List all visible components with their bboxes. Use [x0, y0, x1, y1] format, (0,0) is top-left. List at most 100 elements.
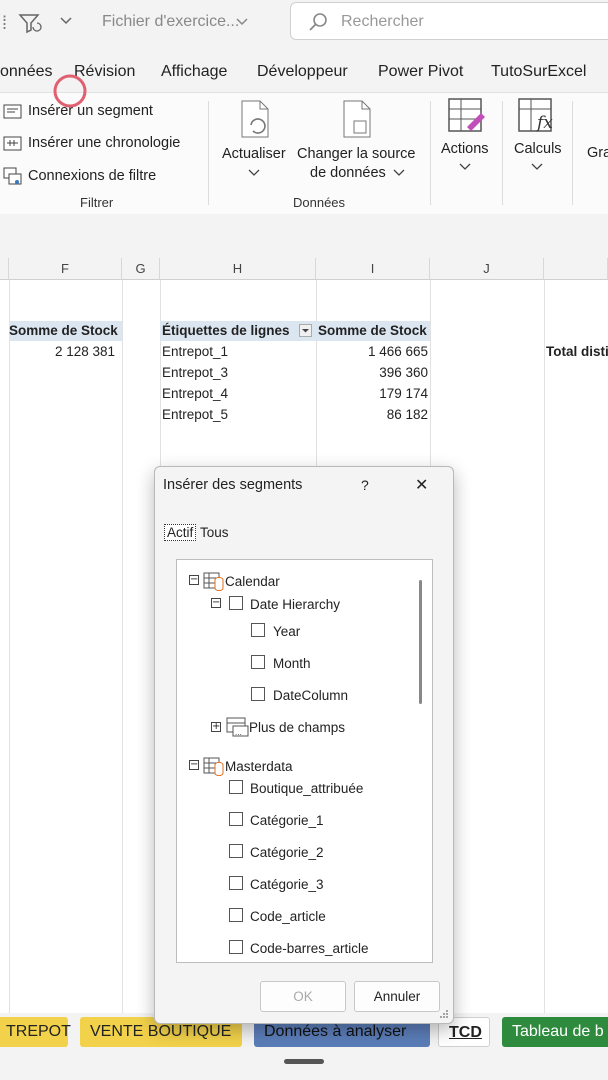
scrollbar-thumb[interactable]	[419, 580, 422, 704]
ribbon-separator	[430, 101, 431, 205]
filter-refresh-icon[interactable]	[18, 12, 42, 34]
calculations-icon: fx	[518, 98, 553, 133]
column-header-j[interactable]: J	[430, 258, 544, 280]
field-date-hierarchy[interactable]: Date Hierarchy	[250, 597, 340, 612]
actions-chevron-icon[interactable]	[459, 163, 471, 171]
gridline	[122, 280, 123, 1020]
insert-timeline-button[interactable]: Insérer une chronologie	[28, 135, 180, 151]
checkbox[interactable]	[229, 940, 243, 954]
more-fields[interactable]: Plus de champs	[249, 720, 345, 735]
change-source-chevron-icon[interactable]	[393, 169, 405, 177]
calculations-button[interactable]: Calculs	[514, 141, 562, 157]
group-label-filtrer: Filtrer	[80, 195, 114, 210]
field-month[interactable]: Month	[273, 656, 311, 671]
svg-text:...: ...	[235, 728, 242, 737]
column-header-i[interactable]: I	[316, 258, 430, 280]
ribbon-separator	[502, 101, 503, 205]
field-year[interactable]: Year	[273, 624, 300, 639]
total-distinct-label: Total disti	[546, 344, 608, 359]
file-name[interactable]: Fichier d'exercice...	[102, 13, 239, 31]
help-button[interactable]: ?	[361, 477, 369, 493]
search-placeholder: Rechercher	[341, 13, 424, 30]
checkbox[interactable]	[229, 876, 243, 890]
cancel-button[interactable]: Annuler	[354, 981, 440, 1012]
row-label[interactable]: Entrepot_4	[162, 386, 228, 401]
group-label-donnees: Données	[293, 195, 346, 210]
refresh-chevron-icon[interactable]	[248, 169, 260, 177]
qat-icon[interactable]: ⁞	[2, 13, 7, 34]
tab-donnees[interactable]: onnées	[0, 63, 53, 81]
row-label[interactable]: Entrepot_1	[162, 344, 228, 359]
table-masterdata[interactable]: Masterdata	[225, 759, 293, 774]
checkbox[interactable]	[229, 596, 243, 610]
column-header-corner	[0, 258, 9, 280]
checkbox[interactable]	[229, 812, 243, 826]
pivot-header-sum-stock-f: Somme de Stock	[9, 321, 122, 341]
field-item[interactable]: Boutique_attribuée	[250, 781, 363, 796]
formula-bar-area	[0, 214, 608, 258]
pivot-header-text: Somme de Stock	[9, 323, 118, 338]
search-input[interactable]: Rechercher	[290, 2, 608, 40]
field-datecolumn[interactable]: DateColumn	[273, 688, 348, 703]
column-header-f[interactable]: F	[9, 258, 122, 280]
ok-button[interactable]: OK	[260, 981, 346, 1012]
row-label[interactable]: Entrepot_3	[162, 365, 228, 380]
ribbon: Insérer un segment Insérer une chronolog…	[0, 74, 608, 216]
column-header-k[interactable]	[544, 258, 608, 280]
timeline-icon	[3, 136, 22, 151]
field-item[interactable]: Catégorie_1	[250, 813, 324, 828]
row-labels-filter-dropdown[interactable]	[299, 324, 312, 337]
tab-tous[interactable]: Tous	[200, 525, 229, 540]
calculations-chevron-icon[interactable]	[531, 163, 543, 171]
tab-affichage[interactable]: Affichage	[161, 63, 227, 81]
row-value[interactable]: 1 466 665	[316, 344, 428, 359]
close-button[interactable]: ✕	[415, 475, 428, 494]
dialog-title: Insérer des segments	[163, 477, 303, 493]
checkbox[interactable]	[251, 687, 265, 701]
chevron-down-icon[interactable]	[60, 16, 72, 26]
actions-button[interactable]: Actions	[441, 141, 489, 157]
resize-grip-icon[interactable]	[439, 1009, 449, 1019]
row-label[interactable]: Entrepot_5	[162, 407, 228, 422]
title-bar: ⁞ Fichier d'exercice... Rechercher	[0, 0, 608, 48]
tab-tutosurexcel[interactable]: TutoSurExcel	[491, 63, 586, 81]
filter-connections-button[interactable]: Connexions de filtre	[28, 168, 156, 184]
collapse-icon[interactable]: −	[189, 760, 199, 770]
row-value[interactable]: 86 182	[316, 407, 428, 422]
expand-icon[interactable]: +	[211, 722, 221, 732]
row-value[interactable]: 396 360	[316, 365, 428, 380]
table-calendar[interactable]: Calendar	[225, 574, 280, 589]
tab-developpeur[interactable]: Développeur	[257, 63, 348, 81]
table-icon	[203, 757, 224, 776]
collapse-icon[interactable]: −	[189, 575, 199, 585]
checkbox[interactable]	[229, 780, 243, 794]
field-item[interactable]: Code_article	[250, 909, 326, 924]
field-item[interactable]: Catégorie_2	[250, 845, 324, 860]
column-header-g[interactable]: G	[122, 258, 160, 280]
field-item[interactable]: Catégorie_3	[250, 877, 324, 892]
checkbox[interactable]	[251, 655, 265, 669]
row-labels-header-text: Étiquettes de lignes	[162, 323, 290, 338]
checkbox[interactable]	[229, 908, 243, 922]
slicer-icon	[3, 104, 22, 119]
sheet-tab-tableau-de-bord[interactable]: Tableau de b	[502, 1017, 608, 1047]
field-item[interactable]: Code-barres_article	[250, 941, 369, 956]
tab-power-pivot[interactable]: Power Pivot	[378, 63, 463, 81]
checkbox[interactable]	[251, 623, 265, 637]
dropdown-arrow-icon	[302, 329, 309, 333]
collapse-icon[interactable]: −	[211, 598, 221, 608]
pivot-value-f: 2 128 381	[54, 344, 115, 359]
sheet-tab-entrepot[interactable]: TREPOT	[0, 1017, 71, 1047]
change-source-button-line2[interactable]: de données	[310, 165, 386, 181]
filename-chevron-icon[interactable]	[236, 17, 248, 27]
refresh-button[interactable]: Actualiser	[222, 146, 286, 162]
column-header-h[interactable]: H	[160, 258, 316, 280]
home-indicator	[284, 1059, 324, 1064]
field-list-panel[interactable]: − Calendar − Date Hierarchy Year Month D…	[176, 559, 433, 963]
change-source-button[interactable]: Changer la source	[297, 146, 416, 162]
tab-actif[interactable]: Actif	[164, 524, 197, 541]
change-source-icon	[343, 100, 371, 138]
row-value[interactable]: 179 174	[316, 386, 428, 401]
charts-button[interactable]: Gra	[587, 145, 608, 161]
checkbox[interactable]	[229, 844, 243, 858]
